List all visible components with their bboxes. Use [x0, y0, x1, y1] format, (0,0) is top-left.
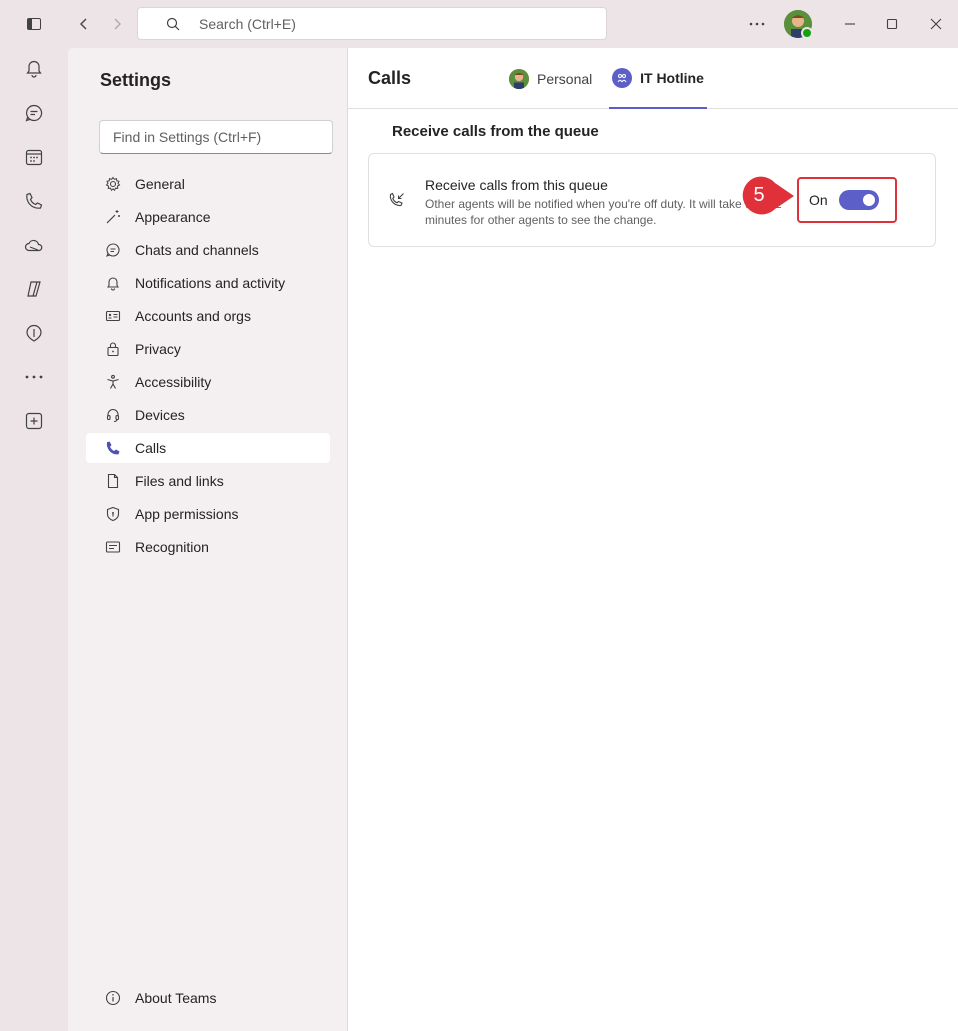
add-apps-icon[interactable]	[22, 409, 46, 433]
calls-header: Calls Personal IT Hotline	[348, 48, 958, 109]
nav-item-accessibility[interactable]: Accessibility	[86, 367, 330, 397]
chat-icon[interactable]	[22, 101, 46, 125]
section-title: Receive calls from the queue	[392, 123, 599, 140]
copilot-icon[interactable]	[22, 277, 46, 301]
bell-icon[interactable]	[22, 56, 46, 80]
nav-item-notifications[interactable]: Notifications and activity	[86, 268, 330, 298]
search-input[interactable]: Search (Ctrl+E)	[137, 7, 607, 40]
headset-icon	[103, 405, 123, 425]
nav-label: Devices	[135, 407, 185, 423]
call-queue-icon	[612, 67, 633, 88]
forward-icon[interactable]	[107, 14, 127, 34]
step-number: 5	[753, 184, 765, 206]
viva-icon[interactable]	[22, 321, 46, 345]
tab-label: Personal	[537, 70, 593, 87]
title-bar: Search (Ctrl+E)	[0, 0, 958, 48]
nav-item-app-permissions[interactable]: App permissions	[86, 499, 330, 529]
nav-item-about-teams[interactable]: About Teams	[86, 983, 330, 1013]
app-rail	[0, 48, 68, 1031]
more-options-icon[interactable]	[747, 14, 767, 34]
nav-item-general[interactable]: General	[86, 169, 330, 199]
find-placeholder: Find in Settings (Ctrl+F)	[113, 129, 262, 145]
find-in-settings-input[interactable]: Find in Settings (Ctrl+F)	[99, 120, 333, 154]
tab-personal[interactable]: Personal	[509, 48, 592, 109]
chat-icon	[103, 240, 123, 260]
nav-label: General	[135, 176, 185, 192]
page-title: Calls	[368, 68, 412, 88]
main-content: Calls Personal IT Hotline Receive calls …	[348, 48, 958, 1031]
nav-item-recognition[interactable]: Recognition	[86, 532, 330, 562]
nav-label: App permissions	[135, 506, 239, 522]
onedrive-icon[interactable]	[22, 233, 46, 257]
nav-item-privacy[interactable]: Privacy	[86, 334, 330, 364]
receive-calls-card: Receive calls from this queue Other agen…	[368, 153, 936, 247]
nav-label: Files and links	[135, 473, 224, 489]
accessibility-icon	[103, 372, 123, 392]
lock-icon	[103, 339, 123, 359]
nav-label: Accessibility	[135, 374, 212, 390]
nav-label: Privacy	[135, 341, 181, 357]
calendar-icon[interactable]	[22, 145, 46, 169]
nav-item-appearance[interactable]: Appearance	[86, 202, 330, 232]
phone-icon[interactable]	[22, 189, 46, 213]
nav-item-files-and-links[interactable]: Files and links	[86, 466, 330, 496]
info-icon	[103, 988, 123, 1008]
shield-icon	[103, 504, 123, 524]
more-apps-icon[interactable]	[22, 365, 46, 389]
nav-label: Notifications and activity	[135, 275, 286, 291]
nav-label: Calls	[135, 440, 167, 456]
magic-wand-icon	[103, 207, 123, 227]
close-icon[interactable]	[926, 14, 946, 34]
settings-panel: Settings Find in Settings (Ctrl+F) Gener…	[68, 48, 348, 1031]
nav-item-devices[interactable]: Devices	[86, 400, 330, 430]
id-card-icon	[103, 306, 123, 326]
tab-label: IT Hotline	[640, 69, 704, 86]
nav-item-accounts-and-orgs[interactable]: Accounts and orgs	[86, 301, 330, 331]
recognition-icon	[103, 537, 123, 557]
nav-label: Chats and channels	[135, 242, 259, 258]
avatar	[509, 68, 529, 89]
presence-available-icon	[801, 27, 813, 39]
bell-icon	[103, 273, 123, 293]
phone-icon	[103, 438, 123, 458]
maximize-icon[interactable]	[882, 14, 902, 34]
minimize-icon[interactable]	[840, 14, 860, 34]
incoming-call-icon	[387, 190, 407, 210]
nav-label: Appearance	[135, 209, 211, 225]
search-placeholder: Search (Ctrl+E)	[199, 15, 296, 32]
back-icon[interactable]	[74, 14, 94, 34]
nav-item-chats-and-channels[interactable]: Chats and channels	[86, 235, 330, 265]
search-icon	[165, 16, 181, 32]
toggle-sidebar-icon[interactable]	[24, 14, 44, 34]
document-icon	[103, 471, 123, 491]
card-title: Receive calls from this queue	[425, 177, 608, 193]
settings-title: Settings	[100, 70, 172, 90]
tab-it-hotline[interactable]: IT Hotline	[609, 48, 707, 109]
nav-item-calls[interactable]: Calls	[86, 433, 330, 463]
nav-label: About Teams	[135, 990, 217, 1006]
step-highlight-box	[797, 177, 897, 223]
nav-label: Accounts and orgs	[135, 308, 251, 324]
gear-icon	[103, 174, 123, 194]
nav-label: Recognition	[135, 539, 209, 555]
